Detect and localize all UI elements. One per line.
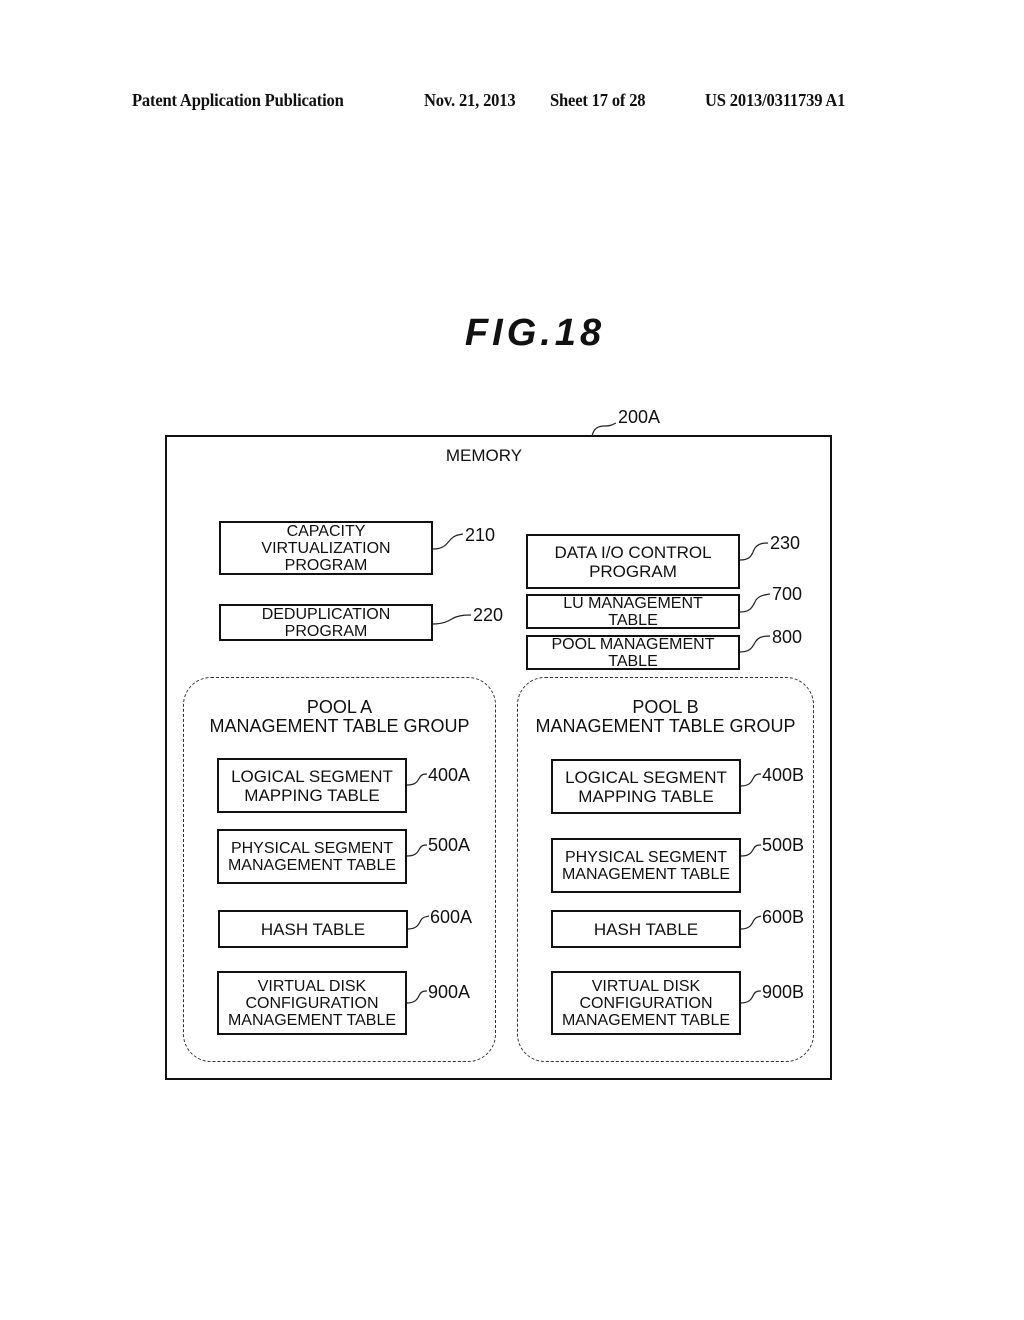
leader-700 (739, 593, 771, 613)
leader-230 (739, 542, 769, 561)
leader-400b (740, 773, 762, 787)
leader-600a (407, 915, 430, 930)
leader-800 (739, 635, 771, 653)
leader-500a (406, 844, 428, 857)
leader-400a (406, 773, 428, 786)
leader-500b (740, 844, 762, 857)
leader-900a (406, 990, 428, 1004)
leader-210 (432, 533, 464, 550)
leader-200a (591, 422, 617, 437)
leader-900b (740, 990, 762, 1004)
leader-lines (406, 422, 771, 1004)
leader-220 (432, 614, 472, 625)
leader-600b (740, 915, 762, 930)
